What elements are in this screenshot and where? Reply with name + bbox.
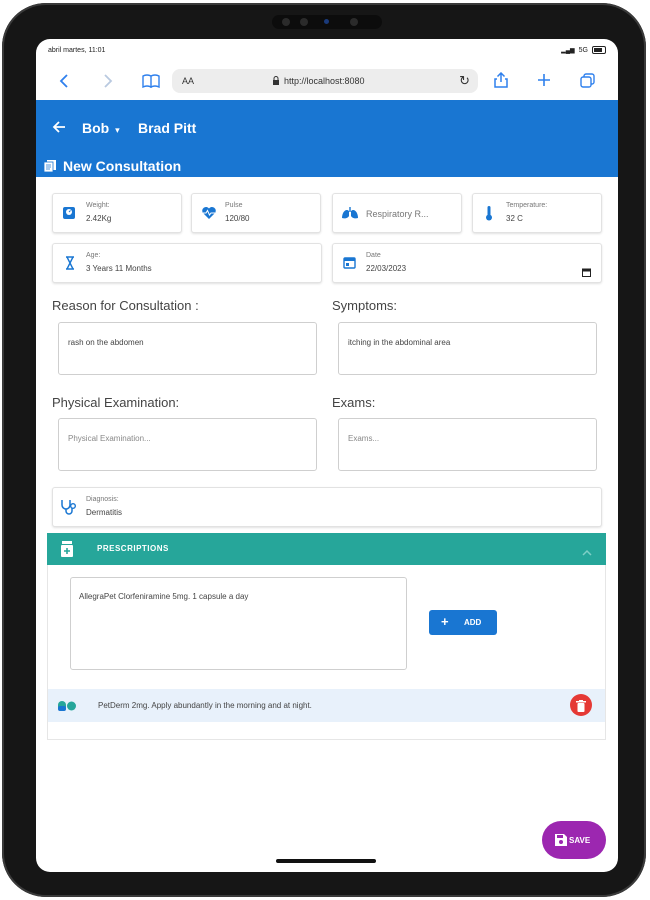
pulse-value: 120/80	[225, 214, 250, 223]
bookmarks-icon[interactable]	[142, 74, 160, 93]
tablet-frame: abril martes, 11:01 ▂▄▆ 5G AA http://loc…	[2, 3, 646, 897]
camera-dot	[282, 18, 290, 26]
back-arrow-icon[interactable]	[52, 118, 66, 139]
symptoms-text: itching in the abdominal area	[348, 338, 451, 347]
prescriptions-title: PRESCRIPTIONS	[97, 544, 169, 553]
date-picker-icon[interactable]	[582, 264, 591, 282]
medicine-bottle-icon	[61, 541, 73, 562]
weight-value: 2.42Kg	[86, 214, 112, 223]
prescription-item-text: PetDerm 2mg. Apply abundantly in the mor…	[98, 701, 312, 710]
screen: abril martes, 11:01 ▂▄▆ 5G AA http://loc…	[36, 39, 618, 872]
patient-selector[interactable]: Bob ▾	[82, 120, 120, 136]
lungs-icon	[341, 206, 359, 225]
age-value: 3 Years 11 Months	[86, 264, 152, 273]
heart-pulse-icon	[201, 206, 217, 225]
trash-icon	[576, 699, 586, 717]
exams-title: Exams:	[332, 395, 376, 410]
prescription-input-text: AllegraPet Clorfeniramine 5mg. 1 capsule…	[79, 592, 249, 601]
physical-title: Physical Examination:	[52, 395, 180, 410]
app-header: Bob ▾ Brad Pitt New Consultation	[36, 100, 618, 177]
address-bar[interactable]: AA http://localhost:8080 ↻	[172, 69, 478, 93]
scale-icon	[62, 206, 76, 225]
save-label: SAVE	[569, 836, 591, 845]
exams-textarea[interactable]: Exams...	[338, 418, 597, 471]
battery-icon	[592, 46, 606, 54]
signal-icon: ▂▄▆	[561, 47, 575, 54]
diagnosis-field[interactable]: Diagnosis: Dermatitis	[52, 487, 602, 527]
weight-field[interactable]: Weight: 2.42Kg	[52, 193, 182, 233]
delete-prescription-button[interactable]	[570, 694, 592, 716]
url-text: http://localhost:8080	[284, 76, 365, 86]
floppy-disk-icon	[555, 834, 567, 848]
share-icon[interactable]	[494, 71, 508, 93]
prescriptions-header[interactable]: PRESCRIPTIONS	[47, 533, 606, 565]
age-field[interactable]: Age: 3 Years 11 Months	[52, 243, 322, 283]
physical-textarea[interactable]: Physical Examination...	[58, 418, 317, 471]
date-field[interactable]: Date 22/03/2023	[332, 243, 602, 283]
pills-icon	[57, 698, 77, 717]
reload-icon[interactable]: ↻	[459, 73, 470, 89]
browser-forward-icon[interactable]	[102, 74, 114, 92]
notes-icon	[43, 159, 56, 173]
new-tab-icon[interactable]	[537, 73, 551, 92]
stethoscope-icon	[60, 499, 78, 520]
respiratory-placeholder: Respiratory R...	[366, 209, 429, 219]
temperature-label: Temperature:	[506, 202, 548, 209]
pulse-field[interactable]: Pulse 120/80	[191, 193, 321, 233]
section-title: New Consultation	[63, 158, 182, 174]
owner-name: Brad Pitt	[138, 120, 197, 136]
prescription-input[interactable]: AllegraPet Clorfeniramine 5mg. 1 capsule…	[70, 577, 407, 670]
add-prescription-button[interactable]: + ADD	[429, 610, 497, 635]
thermometer-icon	[485, 205, 493, 226]
reason-textarea[interactable]: rash on the abdomen	[58, 322, 317, 375]
camera-bar	[272, 15, 382, 29]
temperature-value: 32 C	[506, 214, 523, 223]
prescription-list-item: PetDerm 2mg. Apply abundantly in the mor…	[48, 689, 605, 722]
weight-label: Weight:	[86, 202, 110, 209]
save-button[interactable]: SAVE	[542, 821, 606, 859]
camera-dot	[350, 18, 358, 26]
dropdown-icon: ▾	[115, 125, 120, 135]
respiratory-field[interactable]: Respiratory R...	[332, 193, 462, 233]
plus-icon: +	[441, 614, 449, 629]
hourglass-icon	[65, 256, 75, 275]
calendar-icon	[343, 256, 356, 274]
add-button-label: ADD	[464, 618, 482, 627]
camera-dot	[300, 18, 308, 26]
tabs-icon[interactable]	[580, 73, 595, 93]
lock-icon	[272, 76, 280, 87]
exams-placeholder: Exams...	[348, 434, 380, 443]
physical-placeholder: Physical Examination...	[68, 434, 151, 443]
temperature-field[interactable]: Temperature: 32 C	[472, 193, 602, 233]
date-label: Date	[366, 252, 381, 259]
pulse-label: Pulse	[225, 202, 243, 209]
status-time: abril martes, 11:01	[48, 47, 106, 54]
reason-text: rash on the abdomen	[68, 338, 144, 347]
age-label: Age:	[86, 252, 101, 259]
diagnosis-label: Diagnosis:	[86, 496, 119, 503]
diagnosis-value: Dermatitis	[86, 508, 123, 517]
symptoms-textarea[interactable]: itching in the abdominal area	[338, 322, 597, 375]
text-size-button[interactable]: AA	[182, 76, 194, 86]
patient-name: Bob	[82, 120, 110, 136]
chevron-up-icon[interactable]	[582, 544, 592, 562]
browser-back-icon[interactable]	[58, 74, 70, 92]
camera-lens	[324, 19, 329, 24]
status-indicators: ▂▄▆ 5G	[561, 46, 606, 54]
date-value: 22/03/2023	[366, 264, 407, 273]
network-label: 5G	[578, 46, 588, 54]
prescriptions-body: AllegraPet Clorfeniramine 5mg. 1 capsule…	[47, 565, 606, 740]
home-indicator	[276, 859, 376, 863]
reason-title: Reason for Consultation :	[52, 298, 199, 313]
symptoms-title: Symptoms:	[332, 298, 398, 313]
